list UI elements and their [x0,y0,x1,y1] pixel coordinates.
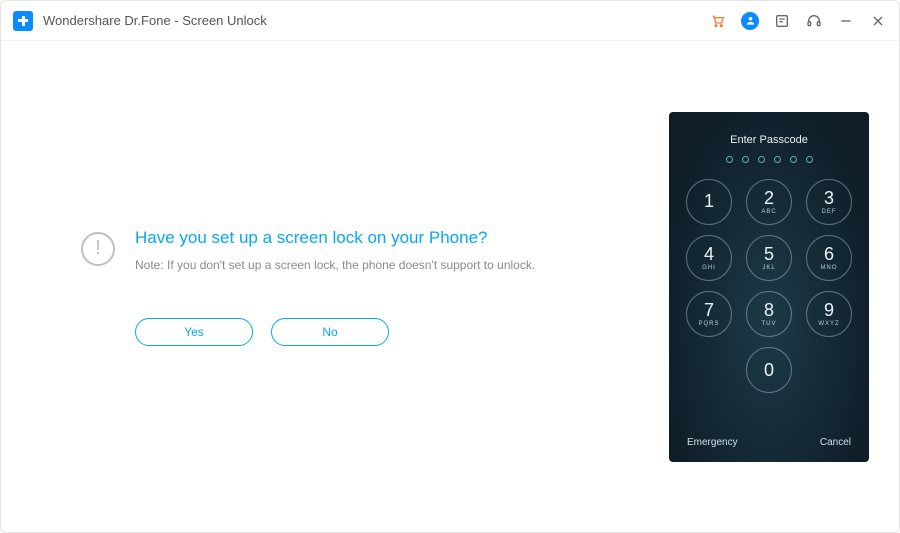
main-body: ! Have you set up a screen lock on your … [1,41,899,532]
keypad-key-1: 1 [686,179,732,225]
keypad-key-3: 3DEF [806,179,852,225]
titlebar: Wondershare Dr.Fone - Screen Unlock [1,1,899,41]
keypad-key-5: 5JKL [746,235,792,281]
question-note: Note: If you don't set up a screen lock,… [135,258,535,272]
cart-icon[interactable] [709,12,727,30]
keypad-key-8: 8TUV [746,291,792,337]
titlebar-controls [709,12,887,30]
passcode-dot [742,156,749,163]
phone-emergency-label: Emergency [687,437,738,448]
app-logo-icon [13,11,33,31]
keypad-key-9: 9WXYZ [806,291,852,337]
passcode-dot [806,156,813,163]
passcode-dots [726,156,813,163]
passcode-dot [758,156,765,163]
info-icon: ! [81,232,115,266]
keypad-key-7: 7PQRS [686,291,732,337]
yes-button[interactable]: Yes [135,318,253,346]
app-title: Wondershare Dr.Fone - Screen Unlock [43,13,267,28]
app-window: Wondershare Dr.Fone - Screen Unlock [0,0,900,533]
passcode-dot [726,156,733,163]
account-icon[interactable] [741,12,759,30]
passcode-dot [774,156,781,163]
phone-cancel-label: Cancel [820,437,851,448]
keypad-key-4: 4GHI [686,235,732,281]
passcode-dot [790,156,797,163]
close-button[interactable] [869,12,887,30]
keypad-key-0: 0 [746,347,792,393]
no-button[interactable]: No [271,318,389,346]
phone-keypad: 1 2ABC 3DEF 4GHI 5JKL 6MNO 7PQRS 8TUV 9W… [686,179,852,393]
feedback-icon[interactable] [773,12,791,30]
support-icon[interactable] [805,12,823,30]
phone-title: Enter Passcode [730,134,808,146]
question-pane: ! Have you set up a screen lock on your … [31,228,669,346]
keypad-key-2: 2ABC [746,179,792,225]
question-heading: Have you set up a screen lock on your Ph… [135,228,535,248]
phone-preview: Enter Passcode 1 2ABC 3DEF 4GHI 5JKL 6MN… [669,112,869,462]
minimize-button[interactable] [837,12,855,30]
keypad-key-6: 6MNO [806,235,852,281]
